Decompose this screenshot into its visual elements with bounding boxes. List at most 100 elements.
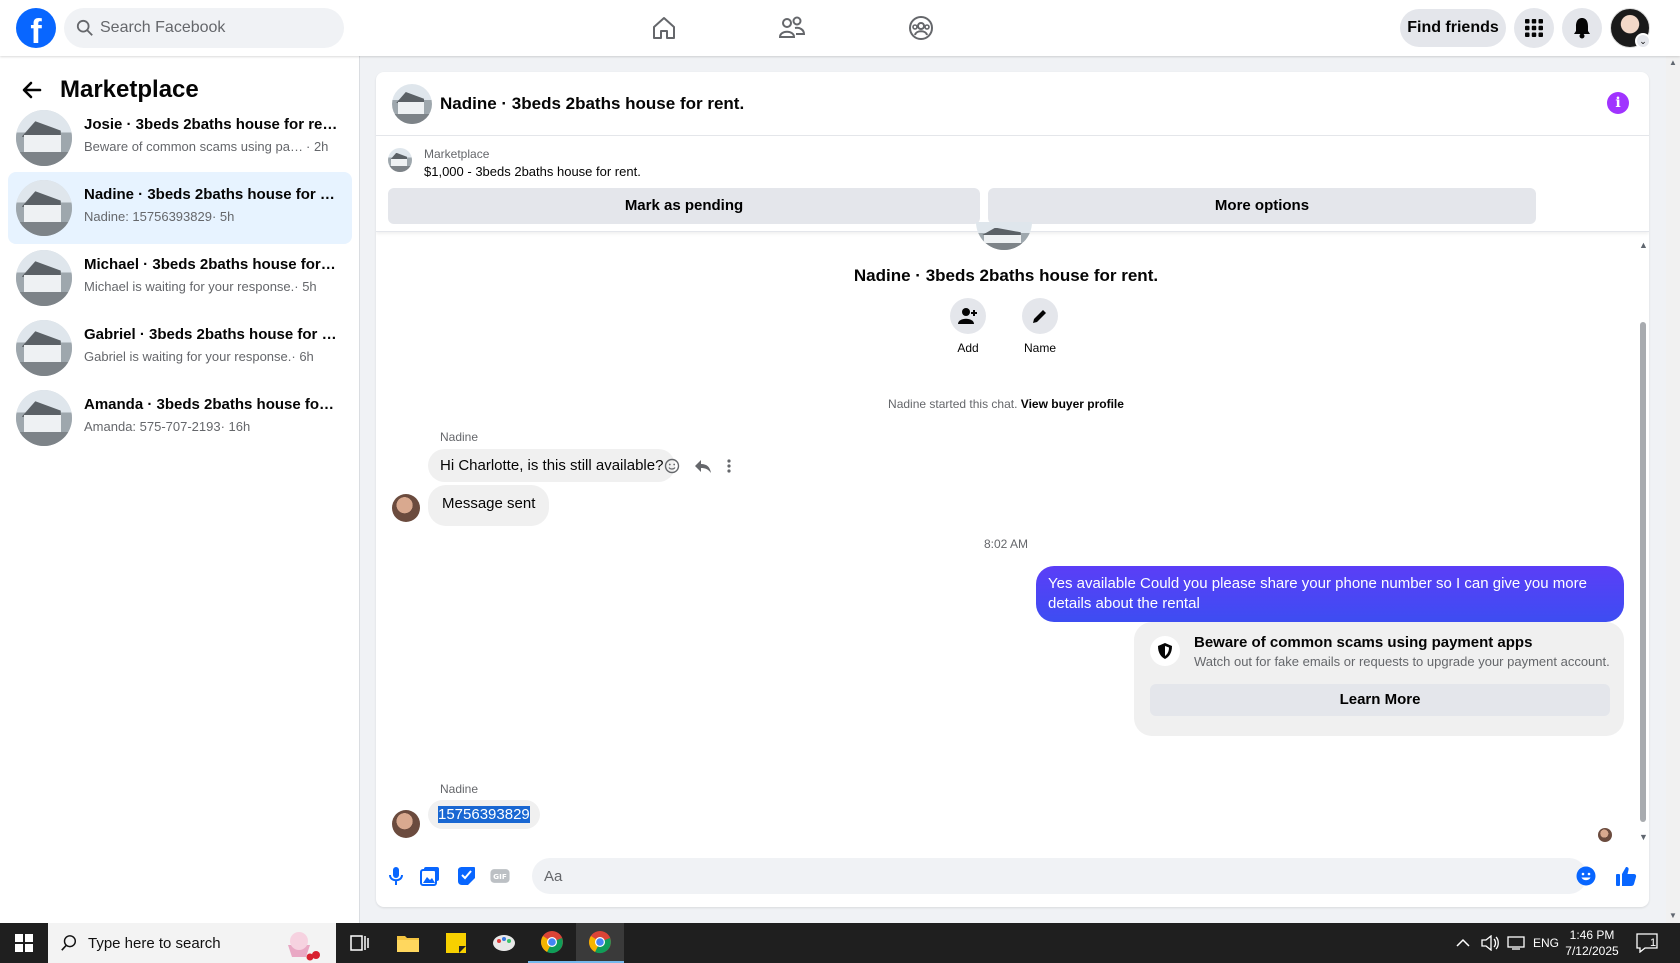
sender-name: Nadine: [440, 782, 479, 796]
page-scroll-down-icon[interactable]: ▼: [1669, 911, 1677, 920]
chrome-icon[interactable]: [528, 923, 576, 963]
chat-panel: Nadine · 3beds 2baths house for rent. i …: [376, 72, 1649, 907]
edit-name-button[interactable]: Name: [1010, 298, 1070, 355]
incoming-message[interactable]: 15756393829: [428, 800, 540, 829]
network-icon[interactable]: [1507, 923, 1525, 963]
taskbar-search-input[interactable]: [88, 923, 288, 963]
chat-avatar[interactable]: [392, 84, 432, 124]
listing-thumbnail: [16, 390, 72, 446]
thumbs-up-icon[interactable]: [1614, 864, 1638, 888]
notifications-icon[interactable]: [1562, 8, 1602, 48]
file-explorer-icon[interactable]: [384, 923, 432, 963]
message-input[interactable]: [532, 858, 1587, 894]
friends-icon[interactable]: [776, 12, 808, 44]
menu-grid-icon[interactable]: [1514, 8, 1554, 48]
conversation-title: Amanda · 3beds 2baths house for rent.: [84, 396, 339, 413]
listing-thumbnail: [16, 110, 72, 166]
timestamp: 8:02 AM: [983, 537, 1029, 551]
chrome-active-icon[interactable]: [576, 923, 624, 963]
conversation-title: Gabriel · 3beds 2baths house for rent.: [84, 326, 339, 343]
add-person-icon: [958, 308, 977, 324]
incoming-message[interactable]: Message sent: [428, 485, 550, 526]
conversation-item-active[interactable]: Nadine · 3beds 2baths house for rent. Na…: [8, 172, 352, 244]
photo-icon[interactable]: [420, 866, 440, 886]
chat-title[interactable]: Nadine · 3beds 2baths house for rent.: [440, 94, 744, 114]
taskbar-search[interactable]: [48, 923, 336, 963]
windows-taskbar: ENG 1:46 PM 7/12/2025 1: [0, 923, 1680, 963]
page-scroll-up-icon[interactable]: ▲: [1669, 58, 1677, 67]
conversation-preview: Beware of common scams using pay... · 2h: [84, 139, 329, 154]
marketplace-sidebar: Marketplace Josie · 3beds 2baths house f…: [0, 56, 360, 923]
conversation-preview: Nadine: 15756393829 · 5h: [84, 209, 235, 224]
conversation-item[interactable]: Gabriel · 3beds 2baths house for rent. G…: [8, 312, 352, 384]
scrollbar-thumb[interactable]: [1640, 322, 1646, 822]
taskbar-clock[interactable]: 1:46 PM 7/12/2025: [1556, 927, 1628, 959]
thread-name: Nadine · 3beds 2baths house for rent.: [853, 266, 1159, 285]
home-icon[interactable]: [648, 12, 680, 44]
search-box[interactable]: [64, 8, 344, 48]
groups-icon[interactable]: [905, 12, 937, 44]
volume-icon[interactable]: [1481, 923, 1499, 963]
scroll-down-icon[interactable]: ▼: [1639, 832, 1648, 842]
search-icon: [61, 935, 77, 951]
selected-phone-number[interactable]: 15756393829: [438, 806, 530, 823]
listing-thumbnail[interactable]: [388, 148, 412, 172]
listing-thumbnail: [16, 250, 72, 306]
more-icon[interactable]: [726, 458, 732, 474]
gif-icon[interactable]: GIF: [490, 866, 510, 886]
windows-start-icon[interactable]: [0, 923, 48, 963]
ice-cream-icon: [288, 932, 320, 961]
paint-icon[interactable]: [480, 923, 528, 963]
scam-warning-card: Beware of common scams using payment app…: [1134, 622, 1624, 736]
conversation-item[interactable]: Josie · 3beds 2baths house for rent. Bew…: [8, 102, 352, 174]
listing-thumbnail: [16, 320, 72, 376]
scam-warning-description: Watch out for fake emails or requests to…: [1194, 654, 1610, 669]
emoji-icon[interactable]: [1576, 866, 1596, 886]
show-hidden-icons-icon[interactable]: [1456, 923, 1470, 963]
view-buyer-profile-link[interactable]: View buyer profile: [1021, 397, 1124, 411]
listing-thumbnail: [16, 180, 72, 236]
back-arrow-icon[interactable]: [20, 78, 44, 102]
find-friends-button[interactable]: Find friends: [1400, 9, 1506, 47]
sender-avatar[interactable]: [392, 494, 420, 522]
page-scrollbar[interactable]: ▲ ▼: [1666, 56, 1680, 923]
mark-as-pending-button[interactable]: Mark as pending: [388, 188, 980, 224]
react-icon[interactable]: [664, 458, 680, 474]
conversation-preview: Michael is waiting for your response. · …: [84, 279, 317, 294]
more-options-button[interactable]: More options: [988, 188, 1536, 224]
reply-icon[interactable]: [694, 458, 712, 474]
chat-header: Nadine · 3beds 2baths house for rent. i: [376, 72, 1649, 136]
sticky-notes-icon[interactable]: [432, 923, 480, 963]
listing-title[interactable]: $1,000 - 3beds 2baths house for rent.: [424, 164, 641, 179]
search-input[interactable]: [100, 8, 330, 48]
facebook-logo[interactable]: f: [16, 8, 56, 51]
conversation-title: Josie · 3beds 2baths house for rent.: [84, 116, 339, 133]
page-title: Marketplace: [60, 76, 199, 103]
shield-icon: [1150, 636, 1180, 666]
conversation-item[interactable]: Michael · 3beds 2baths house for rent. M…: [8, 242, 352, 314]
top-navigation-bar: f Find friends ⌄: [0, 0, 1680, 56]
task-view-icon[interactable]: [336, 923, 384, 963]
listing-category: Marketplace: [424, 147, 490, 161]
conversation-item[interactable]: Amanda · 3beds 2baths house for rent. Am…: [8, 382, 352, 454]
seen-indicator-avatar: [1598, 828, 1612, 842]
notification-center-icon[interactable]: 1: [1636, 923, 1658, 963]
notification-count: 1: [1650, 937, 1657, 949]
thread-scrollbar[interactable]: ▲ ▼: [1637, 240, 1649, 846]
sticker-icon[interactable]: [456, 866, 476, 886]
sender-name: Nadine: [440, 430, 479, 444]
listing-banner: Marketplace $1,000 - 3beds 2baths house …: [376, 136, 1649, 232]
svg-text:GIF: GIF: [493, 872, 507, 881]
microphone-icon[interactable]: [386, 866, 406, 886]
sender-avatar[interactable]: [392, 810, 420, 838]
incoming-message[interactable]: Hi Charlotte, is this still available?: [428, 449, 676, 482]
info-icon[interactable]: i: [1607, 92, 1629, 114]
add-people-button[interactable]: Add: [938, 298, 998, 355]
outgoing-message[interactable]: Yes available Could you please share you…: [1036, 566, 1624, 622]
chevron-down-icon[interactable]: ⌄: [1635, 33, 1651, 49]
clock-date: 7/12/2025: [1565, 944, 1619, 958]
message-thread: Nadine · 3beds 2baths house for rent. Ad…: [376, 222, 1636, 842]
learn-more-button[interactable]: Learn More: [1150, 684, 1610, 716]
scroll-up-icon[interactable]: ▲: [1639, 240, 1648, 250]
conversation-title: Nadine · 3beds 2baths house for rent.: [84, 186, 339, 203]
